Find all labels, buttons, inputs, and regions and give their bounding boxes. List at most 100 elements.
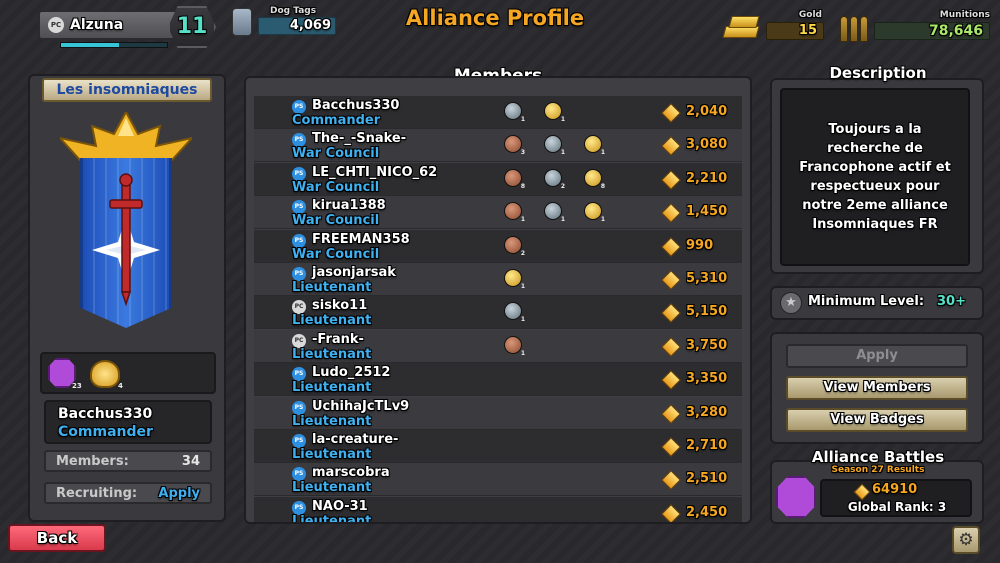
member-role: Commander [292, 113, 381, 128]
member-row[interactable]: PS Ludo_2512 Lieutenant 3,350 [254, 363, 742, 397]
gold-shield-icon [90, 360, 120, 388]
diamond-points-icon [661, 236, 681, 257]
silver-medal-icon: 2 [544, 168, 565, 190]
munitions-label: Munitions [939, 10, 990, 20]
minimum-level-label: Minimum Level: [808, 294, 925, 309]
member-name: UchihaJcTLv9 [312, 398, 410, 414]
gold-medal-icon: 1 [584, 135, 605, 157]
member-row[interactable]: PS la-creature- Lieutenant 2,710 [254, 429, 742, 463]
member-row[interactable]: PS NAO-31 Lieutenant 2,450 [254, 496, 742, 524]
member-role: Lieutenant [292, 413, 372, 429]
medal-count: 1 [520, 349, 525, 357]
alliance-battles-title: Alliance Battles [811, 448, 945, 466]
pc-platform-icon: PC [48, 17, 64, 33]
member-name: FREEMAN358 [312, 231, 410, 247]
gold-medal-icon: 8 [584, 168, 605, 190]
playstation-icon: PS [292, 467, 306, 482]
dog-tags-value: 4,069 [258, 17, 336, 35]
gold-value: 15 [766, 22, 824, 40]
member-name: la-creature- [312, 431, 399, 447]
star-icon: ★ [780, 292, 802, 314]
member-row[interactable]: PS jasonjarsak Lieutenant 1 5,310 [254, 262, 742, 296]
member-score: 2,510 [686, 471, 728, 487]
member-name: jasonjarsak [312, 264, 396, 280]
pc-platform-icon: PC [292, 333, 306, 348]
member-role: Lieutenant [292, 480, 372, 496]
member-row[interactable]: PS kirua1388 War Council 1 1 1 1,450 [254, 196, 742, 230]
badge-count: 4 [118, 382, 123, 390]
medal-count: 1 [520, 282, 525, 290]
member-score: 2,710 [686, 437, 728, 453]
member-row[interactable]: PS marscobra Lieutenant 2,510 [254, 463, 742, 497]
members-list[interactable]: PS Bacchus330 Commander 1 1 2,040 PS The-_-Snak… [254, 96, 742, 524]
diamond-points-icon [661, 503, 681, 522]
diamond-points-icon [661, 470, 681, 491]
member-name: Bacchus330 [312, 98, 400, 113]
munitions-value: 78,646 [874, 22, 990, 40]
gold-label: Gold [798, 10, 822, 20]
member-score: 3,280 [686, 404, 728, 420]
view-badges-button[interactable]: View Badges [786, 408, 968, 432]
member-name: The-_-Snake- [312, 131, 407, 147]
medal-count: 8 [520, 182, 525, 190]
playstation-icon: PS [292, 200, 306, 215]
members-panel[interactable]: PS Bacchus330 Commander 1 1 2,040 PS The-_-Snak… [244, 76, 752, 524]
view-members-button[interactable]: View Members [786, 376, 968, 400]
diamond-points-icon [661, 103, 681, 123]
diamond-points-icon [661, 370, 681, 391]
silver-medal-icon: 1 [504, 102, 525, 123]
member-row[interactable]: PC -Frank- Lieutenant 1 3,750 [254, 329, 742, 363]
minimum-level-row: ★ Minimum Level: 30+ [770, 286, 984, 320]
recruiting-label: Recruiting: [56, 486, 138, 501]
gold-medal-icon: 1 [504, 268, 525, 290]
player-plate[interactable]: PC Alzuna [38, 10, 188, 40]
alliance-badges[interactable]: 23 4 [40, 352, 216, 394]
silver-medal-icon: 1 [544, 202, 565, 223]
back-button[interactable]: Back [8, 524, 106, 552]
medal-count: 8 [600, 182, 605, 190]
member-role: War Council [292, 246, 380, 262]
apply-button[interactable]: Apply [786, 344, 968, 368]
medal-count: 1 [560, 116, 565, 123]
gold-counter[interactable]: Gold 15 [722, 10, 826, 44]
badge-count: 23 [72, 382, 82, 390]
member-role: Lieutenant [292, 513, 372, 524]
playstation-icon: PS [292, 433, 306, 448]
player-level: 11 [176, 14, 208, 39]
diamond-points-icon [661, 403, 681, 424]
gold-medal-icon: 1 [584, 202, 605, 223]
munitions-counter[interactable]: Munitions 78,646 [838, 10, 994, 44]
medal-count: 3 [520, 149, 525, 157]
diamond-points-icon [661, 169, 681, 190]
member-row[interactable]: PC sisko11 Lieutenant 1 5,150 [254, 296, 742, 330]
alliance-battles-season: Season 27 Results [831, 465, 925, 475]
medal-count: 1 [520, 216, 525, 224]
gold-medal-icon: 1 [544, 102, 565, 123]
member-score: 2,450 [686, 504, 728, 520]
global-rank: Global Rank: 3 [847, 500, 947, 514]
member-name: kirua1388 [312, 198, 386, 214]
member-row[interactable]: PS UchihaJcTLv9 Lieutenant 3,280 [254, 396, 742, 430]
description-title: Description [829, 64, 927, 82]
playstation-icon: PS [292, 400, 306, 415]
member-row[interactable]: PS The-_-Snake- War Council 3 1 1 3,080 [254, 129, 742, 163]
member-row[interactable]: PS LE_CHTI_NICO_62 War Council 8 2 8 2,210 [254, 162, 742, 196]
dog-tags-label: Dog Tags [270, 6, 317, 16]
alliance-leader: Bacchus330 Commander [44, 400, 212, 444]
member-role: Lieutenant [292, 313, 372, 329]
member-name: Ludo_2512 [312, 365, 391, 381]
leader-name: Bacchus330 [58, 406, 153, 422]
member-row[interactable]: PS FREEMAN358 War Council 2 990 [254, 229, 742, 263]
member-name: sisko11 [312, 298, 368, 314]
playstation-icon: PS [292, 500, 306, 515]
member-score: 2,210 [686, 170, 728, 186]
medal-count: 1 [560, 149, 565, 157]
member-score: 3,750 [686, 337, 728, 353]
playstation-icon: PS [292, 266, 306, 281]
gear-icon[interactable]: ⚙ [952, 526, 980, 554]
bronze-medal-icon: 1 [504, 335, 525, 357]
medal-count: 1 [600, 149, 605, 157]
xp-bar [60, 42, 168, 48]
member-row[interactable]: PS Bacchus330 Commander 1 1 2,040 [254, 96, 742, 129]
member-name: LE_CHTI_NICO_62 [312, 164, 438, 180]
